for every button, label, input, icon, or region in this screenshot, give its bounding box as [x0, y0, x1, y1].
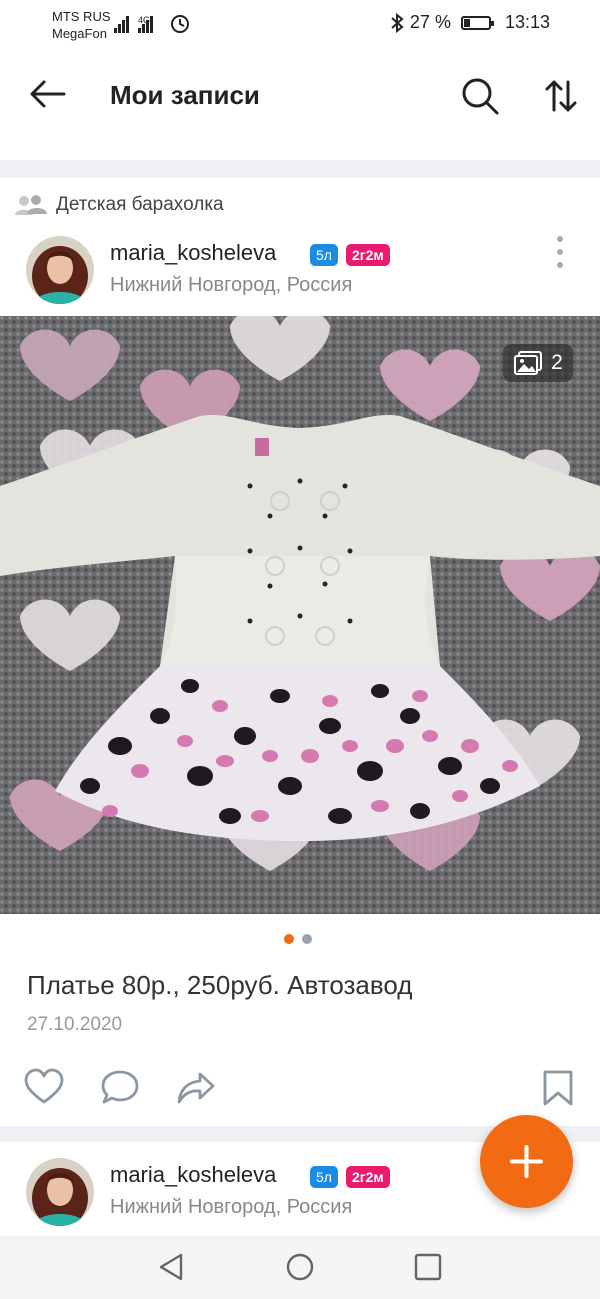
system-nav-bar	[0, 1236, 600, 1299]
carrier-2: MegaFon	[52, 26, 107, 41]
heart-icon[interactable]	[24, 1068, 64, 1108]
post-title[interactable]: Платье 80р., 250руб. Автозавод	[27, 970, 412, 1001]
bookmark-icon[interactable]	[538, 1068, 578, 1108]
share-icon[interactable]	[176, 1068, 216, 1108]
author-name[interactable]: maria_kosheleva	[110, 240, 276, 266]
badge-kids: 2г2м	[346, 244, 390, 266]
search-icon[interactable]	[460, 76, 500, 116]
group-icon	[15, 195, 47, 215]
bluetooth-icon	[391, 12, 404, 33]
author-location: Нижний Новгород, Россия	[110, 1196, 353, 1218]
author-location: Нижний Новгород, Россия	[110, 274, 353, 296]
status-bar: MTS RUS MegaFon 4G 27 % 13:13	[0, 0, 600, 48]
badge-age: 5л	[310, 1166, 338, 1188]
pager-dot	[284, 934, 294, 944]
plus-icon	[510, 1145, 543, 1178]
badge-kids: 2г2м	[346, 1166, 390, 1188]
group-name[interactable]: Детская барахолка	[56, 194, 224, 216]
feed-divider	[0, 140, 600, 178]
page-title: Мои записи	[110, 80, 260, 110]
more-options-icon[interactable]	[550, 236, 570, 276]
post-author: maria_kosheleva 5л 2г2м Нижний Новгород,…	[26, 236, 586, 306]
signal-icon: 4G	[114, 15, 189, 33]
create-post-button[interactable]	[480, 1115, 573, 1208]
carrier-1: MTS RUS	[52, 9, 111, 24]
recents-square-icon[interactable]	[413, 1252, 443, 1282]
gallery-icon	[514, 351, 543, 375]
photo-pager	[284, 934, 312, 944]
carrier-info: MTS RUS MegaFon	[52, 8, 111, 42]
group-row[interactable]: Детская барахолка	[14, 194, 224, 216]
battery-icon	[460, 15, 494, 30]
back-triangle-icon[interactable]	[157, 1252, 187, 1282]
avatar[interactable]	[26, 236, 94, 304]
post-photo[interactable]: 2	[0, 316, 600, 914]
status-right: 27 % 13:13	[390, 12, 550, 33]
arrow-left-icon[interactable]	[28, 78, 68, 110]
photo-count-badge: 2	[503, 344, 573, 382]
dress-photo	[0, 316, 600, 914]
avatar[interactable]	[26, 1158, 94, 1226]
clock: 13:13	[504, 12, 550, 32]
badge-age: 5л	[310, 244, 338, 266]
pager-dot	[302, 934, 312, 944]
sort-icon[interactable]	[544, 78, 578, 114]
battery-percent: 27 %	[409, 12, 451, 32]
photo-count: 2	[551, 351, 563, 374]
post-actions	[0, 1068, 600, 1112]
app-header: Мои записи	[0, 48, 600, 140]
post-card: Детская барахолка maria_kosheleva 5л 2г2…	[0, 178, 600, 1126]
home-circle-icon[interactable]	[285, 1252, 315, 1282]
comment-icon[interactable]	[100, 1068, 140, 1108]
post-date: 27.10.2020	[27, 1014, 123, 1035]
author-name[interactable]: maria_kosheleva	[110, 1162, 276, 1188]
